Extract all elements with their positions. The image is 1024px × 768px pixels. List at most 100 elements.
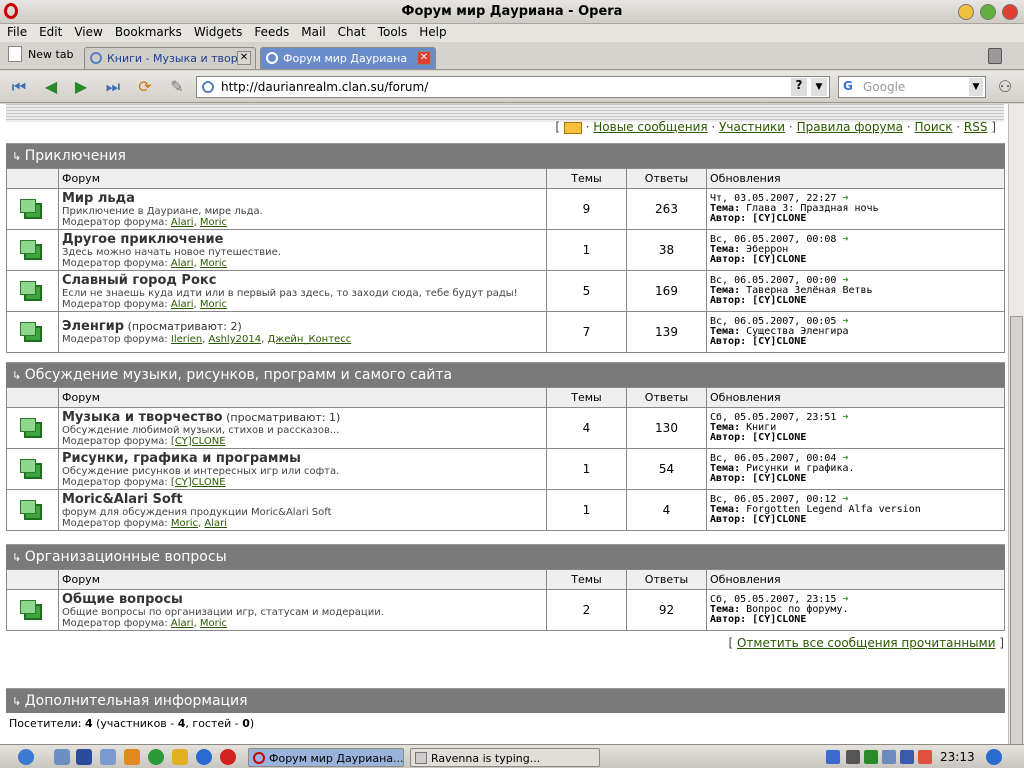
go-to-post-icon[interactable]: ➜ bbox=[842, 234, 848, 245]
menu-feeds[interactable]: Feeds bbox=[247, 24, 294, 39]
glasses-icon[interactable]: ⚇ bbox=[994, 77, 1016, 97]
moderator-link[interactable]: [CY]CLONE bbox=[171, 436, 226, 447]
rewind-icon[interactable]: ⏮ bbox=[8, 77, 30, 97]
moderator-link[interactable]: Alari bbox=[171, 299, 194, 310]
forum-folder-icon bbox=[19, 198, 42, 219]
moderator-link[interactable]: Alari bbox=[171, 258, 194, 269]
opera-launch-icon[interactable] bbox=[220, 749, 236, 765]
taskbar-window-chat[interactable]: Ravenna is typing... bbox=[410, 748, 600, 767]
minimize-button[interactable] bbox=[958, 4, 974, 20]
menu-view[interactable]: View bbox=[67, 24, 107, 39]
link-search[interactable]: Поиск bbox=[914, 120, 952, 134]
update-author[interactable]: [CY]CLONE bbox=[752, 336, 806, 347]
go-to-post-icon[interactable]: ➜ bbox=[842, 412, 848, 423]
site-icon bbox=[202, 81, 214, 93]
menu-chat[interactable]: Chat bbox=[331, 24, 371, 39]
moderator-link[interactable]: Moric bbox=[200, 299, 227, 310]
link-users[interactable]: Участники bbox=[719, 120, 785, 134]
search-icon[interactable] bbox=[986, 749, 1002, 765]
menu-edit[interactable]: Edit bbox=[32, 24, 67, 39]
tray-icon[interactable] bbox=[864, 750, 878, 764]
forum-title-link[interactable]: Другое приключение bbox=[62, 232, 223, 247]
moderator-link[interactable]: Moric bbox=[200, 217, 227, 228]
quick-launch-icon[interactable] bbox=[124, 749, 140, 765]
tray-icon[interactable] bbox=[882, 750, 896, 764]
menu-widgets[interactable]: Widgets bbox=[187, 24, 248, 39]
update-author[interactable]: [CY]CLONE bbox=[752, 473, 806, 484]
forum-title-link[interactable]: Музыка и творчество bbox=[62, 410, 223, 425]
start-menu-icon[interactable] bbox=[18, 749, 34, 765]
taskbar-window-forum[interactable]: Форум мир Дауриана... bbox=[248, 748, 404, 767]
quick-launch-icon[interactable] bbox=[172, 749, 188, 765]
moderator-link[interactable]: Джейн_Контесс bbox=[267, 334, 351, 345]
section-organization: Организационные вопросыФорумТемыОтветыОб… bbox=[6, 544, 1005, 631]
section-adventures: ПриключенияФорумТемыОтветыОбновленияМир … bbox=[6, 143, 1005, 353]
update-author[interactable]: [CY]CLONE bbox=[752, 514, 806, 525]
tray-icon[interactable] bbox=[900, 750, 914, 764]
tab-books[interactable]: Книги - Музыка и твор... ✕ bbox=[84, 47, 256, 69]
moderator-link[interactable]: Alari bbox=[171, 217, 194, 228]
link-rss[interactable]: RSS bbox=[964, 120, 988, 134]
update-author[interactable]: [CY]CLONE bbox=[752, 213, 806, 224]
search-dropdown-icon[interactable]: ▼ bbox=[969, 78, 983, 96]
menu-mail[interactable]: Mail bbox=[294, 24, 330, 39]
forum-title-link[interactable]: Эленгир bbox=[62, 319, 124, 334]
address-bar[interactable]: http://daurianrealm.clan.su/forum/ ? ▼ bbox=[196, 76, 830, 98]
moderator-link[interactable]: Ashly2014 bbox=[209, 334, 262, 345]
forum-title-link[interactable]: Славный город Рокс bbox=[62, 273, 216, 288]
link-rules[interactable]: Правила форума bbox=[797, 120, 903, 134]
tray-icon[interactable] bbox=[826, 750, 840, 764]
back-icon[interactable]: ◀ bbox=[40, 77, 62, 97]
quick-launch-icon[interactable] bbox=[76, 749, 92, 765]
last-update-cell: Вс, 06.05.2007, 00:08 ➜ Тема: Эберрон Авто… bbox=[706, 229, 1005, 271]
fast-forward-icon[interactable]: ⏭ bbox=[102, 77, 124, 97]
search-input[interactable]: G Google ▼ bbox=[838, 76, 986, 98]
new-tab-button[interactable]: New tab bbox=[6, 46, 74, 62]
moderator-link[interactable]: Moric bbox=[200, 618, 227, 629]
menu-file[interactable]: File bbox=[0, 24, 32, 39]
update-author[interactable]: [CY]CLONE bbox=[752, 295, 806, 306]
moderator-link[interactable]: Moric bbox=[200, 258, 227, 269]
envelope-icon[interactable] bbox=[563, 121, 582, 134]
replies-count: 4 bbox=[626, 489, 707, 531]
moderator-link[interactable]: Alari bbox=[171, 618, 194, 629]
close-tab-icon[interactable]: ✕ bbox=[237, 51, 251, 65]
reload-icon[interactable]: ⟳ bbox=[134, 77, 156, 97]
close-window-button[interactable] bbox=[1002, 4, 1018, 20]
dropdown-icon[interactable]: ▼ bbox=[811, 78, 827, 96]
scrollbar-thumb[interactable] bbox=[1010, 316, 1023, 746]
link-mark-all-read[interactable]: Отметить все сообщения прочитанными bbox=[737, 636, 996, 650]
search-placeholder: Google bbox=[863, 80, 906, 94]
quick-launch-icon[interactable] bbox=[100, 749, 116, 765]
forum-moderators: Модератор форума: [CY]CLONE bbox=[62, 477, 543, 488]
link-new-messages[interactable]: Новые сообщения bbox=[593, 120, 707, 134]
moderator-link[interactable]: Ilerien bbox=[171, 334, 202, 345]
update-author[interactable]: [CY]CLONE bbox=[752, 432, 806, 443]
update-author[interactable]: [CY]CLONE bbox=[752, 254, 806, 265]
maximize-button[interactable] bbox=[980, 4, 996, 20]
forward-icon[interactable]: ▶ bbox=[70, 77, 92, 97]
scrollbar[interactable] bbox=[1008, 104, 1024, 746]
quick-launch-icon[interactable] bbox=[148, 749, 164, 765]
menu-help[interactable]: Help bbox=[412, 24, 451, 39]
menu-tools[interactable]: Tools bbox=[371, 24, 413, 39]
help-icon[interactable]: ? bbox=[791, 78, 807, 96]
moderator-link[interactable]: [CY]CLONE bbox=[171, 477, 226, 488]
forum-title-link[interactable]: Мир льда bbox=[62, 191, 135, 206]
update-author[interactable]: [CY]CLONE bbox=[752, 614, 806, 625]
tray-icon[interactable] bbox=[918, 750, 932, 764]
tray-icon[interactable] bbox=[846, 750, 860, 764]
forum-title-link[interactable]: Moric&Alari Soft bbox=[62, 492, 183, 507]
moderator-link[interactable]: Moric bbox=[171, 518, 198, 529]
close-tab-icon[interactable]: ✕ bbox=[417, 51, 431, 65]
info-section: Дополнительная информация bbox=[6, 688, 1005, 713]
trash-icon[interactable] bbox=[988, 48, 1002, 64]
quick-launch-icon[interactable] bbox=[196, 749, 212, 765]
forum-title-link[interactable]: Общие вопросы bbox=[62, 592, 183, 607]
moderator-link[interactable]: Alari bbox=[204, 518, 227, 529]
forum-title-link[interactable]: Рисунки, графика и программы bbox=[62, 451, 301, 466]
menu-bookmarks[interactable]: Bookmarks bbox=[108, 24, 187, 39]
edit-icon[interactable]: ✎ bbox=[166, 77, 188, 97]
quick-launch-icon[interactable] bbox=[54, 749, 70, 765]
tab-forum-active[interactable]: Форум мир Дауриана ✕ bbox=[260, 47, 436, 69]
